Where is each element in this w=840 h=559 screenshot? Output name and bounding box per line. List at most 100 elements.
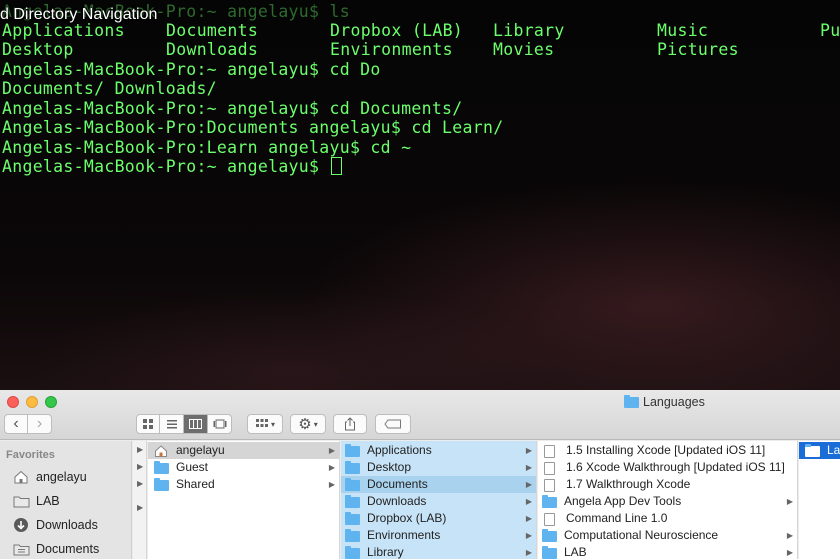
video-title: d Directory Navigation: [0, 6, 158, 23]
window-title: Languages: [624, 394, 705, 410]
column-row[interactable]: Desktop ▶: [341, 459, 536, 476]
documents-icon: [12, 541, 30, 557]
finder-window: Languages ‹ › ▾ ⚙ ▾ Favorites angelayu L…: [0, 390, 840, 559]
ls-entry: Environments: [330, 40, 453, 59]
column-row[interactable]: Shared ▶: [148, 476, 339, 493]
ls-entry: Movies: [493, 40, 555, 59]
home-icon: [12, 469, 30, 485]
folder-icon: [154, 477, 169, 491]
column-row-label: Shared: [176, 477, 215, 491]
column-row-label: Computational Neuroscience: [564, 528, 719, 542]
sidebar-item-documents[interactable]: Documents: [12, 539, 99, 559]
view-mode-control: [136, 414, 232, 434]
folder-icon: [345, 477, 360, 491]
terminal-window[interactable]: Angelas-MacBook-Pro:~ angelayu$ ls Appli…: [0, 0, 840, 390]
ls-entry: Downloads: [166, 40, 259, 59]
column-row[interactable]: 1.7 Walkthrough Xcode: [538, 476, 797, 493]
column-row-label: Dropbox (LAB): [367, 511, 447, 525]
sidebar-heading: Favorites: [6, 449, 55, 461]
chevron-down-icon: ▾: [313, 419, 318, 429]
forward-icon: ›: [36, 415, 43, 432]
terminal-line: Angelas-MacBook-Pro:Documents angelayu$ …: [2, 118, 504, 137]
column-row-label: Applications: [367, 443, 432, 457]
forward-button[interactable]: ›: [28, 414, 52, 434]
folder-icon: [542, 528, 557, 542]
column-row-selected[interactable]: Documents ▶: [341, 476, 536, 493]
disclosure-triangle-icon: ▶: [525, 480, 532, 489]
browser-column-3: 1.5 Installing Xcode [Updated iOS 11] 1.…: [538, 441, 798, 559]
ls-entry: Desktop: [2, 40, 74, 59]
tags-button[interactable]: [375, 414, 411, 434]
folder-icon: [154, 460, 169, 474]
minimize-window-button[interactable]: [26, 396, 38, 408]
file-icon: [544, 444, 555, 458]
list-view-button[interactable]: [160, 414, 184, 434]
folder-icon: [805, 443, 820, 457]
column-row[interactable]: Dropbox (LAB) ▶: [341, 510, 536, 527]
column-row[interactable]: Computational Neuroscience ▶: [538, 527, 797, 544]
folder-icon: [345, 528, 360, 542]
terminal-cursor: [331, 157, 343, 175]
folder-icon: [345, 494, 360, 508]
column-row[interactable]: LAB ▶: [538, 544, 797, 559]
action-button[interactable]: ⚙ ▾: [290, 414, 326, 434]
disclosure-triangle-icon: ▶: [525, 497, 532, 506]
gear-icon: ⚙: [298, 415, 312, 433]
chevron-down-icon: ▾: [270, 419, 275, 429]
column-row[interactable]: Command Line 1.0: [538, 510, 797, 527]
icon-view-button[interactable]: [136, 414, 160, 434]
column-view-button[interactable]: [184, 414, 208, 434]
share-button[interactable]: [333, 414, 367, 434]
terminal-prompt[interactable]: Angelas-MacBook-Pro:~ angelayu$: [2, 157, 343, 177]
disclosure-triangle-icon: ▶: [525, 463, 532, 472]
column-row-label: 1.6 Xcode Walkthrough [Updated iOS 11]: [566, 460, 785, 474]
folder-icon: [542, 545, 557, 559]
column-row[interactable]: Environments ▶: [341, 527, 536, 544]
browser-column-4: La: [799, 441, 840, 559]
column-row[interactable]: 1.6 Xcode Walkthrough [Updated iOS 11]: [538, 459, 797, 476]
terminal-line: Angelas-MacBook-Pro:~ angelayu$ cd Docum…: [2, 99, 463, 118]
column-row-label: Environments: [367, 528, 441, 542]
folder-icon: [345, 545, 360, 559]
gallery-view-button[interactable]: [208, 414, 232, 434]
back-button[interactable]: ‹: [4, 414, 28, 434]
icon-view-icon: [143, 419, 153, 429]
arrange-icon: [255, 419, 268, 427]
list-view-icon: [166, 420, 177, 429]
column-row-label: Guest: [176, 460, 209, 474]
column-row[interactable]: Applications ▶: [341, 442, 536, 459]
folder-icon: [345, 460, 360, 474]
column-row-label: Library: [367, 545, 404, 559]
browser-column-1: angelayu ▶ Guest ▶ Shared ▶: [148, 441, 340, 559]
disclosure-triangle-icon: ▶: [525, 514, 532, 523]
column-row-selected[interactable]: La: [799, 442, 840, 459]
close-window-button[interactable]: [7, 396, 19, 408]
arrange-button[interactable]: ▾: [247, 414, 283, 434]
disclosure-triangle-icon: ▶: [786, 531, 793, 540]
column-row[interactable]: Library ▶: [341, 544, 536, 559]
column-row[interactable]: 1.5 Installing Xcode [Updated iOS 11]: [538, 442, 797, 459]
terminal-prompt-text: Angelas-MacBook-Pro:~ angelayu$: [2, 157, 330, 176]
disclosure-triangle-icon: ▶: [137, 503, 144, 512]
ls-entry: Music: [657, 21, 709, 40]
column-row[interactable]: Downloads ▶: [341, 493, 536, 510]
ls-entry: Pictures: [657, 40, 739, 59]
tag-icon: [384, 419, 401, 429]
sidebar-item-label: Downloads: [36, 518, 98, 532]
column-row[interactable]: angelayu ▶: [148, 442, 339, 459]
browser-column-2: Applications ▶ Desktop ▶ Documents ▶ Dow…: [341, 441, 537, 559]
disclosure-triangle-icon: ▶: [137, 462, 144, 471]
terminal-line: Documents/ Downloads/: [2, 79, 217, 98]
zoom-window-button[interactable]: [45, 396, 57, 408]
ls-entry: Library: [493, 21, 565, 40]
column-row-label: LAB: [564, 545, 587, 559]
folder-icon: [624, 395, 639, 408]
sidebar-item-lab[interactable]: LAB: [12, 491, 60, 511]
sidebar-item-angelayu[interactable]: angelayu: [12, 467, 87, 487]
column-row[interactable]: Angela App Dev Tools ▶: [538, 493, 797, 510]
disclosure-triangle-icon: ▶: [328, 446, 335, 455]
sidebar-item-downloads[interactable]: Downloads: [12, 515, 98, 535]
column-row[interactable]: Guest ▶: [148, 459, 339, 476]
column-row-label: Downloads: [367, 494, 427, 508]
sidebar-item-label: Documents: [36, 542, 100, 556]
